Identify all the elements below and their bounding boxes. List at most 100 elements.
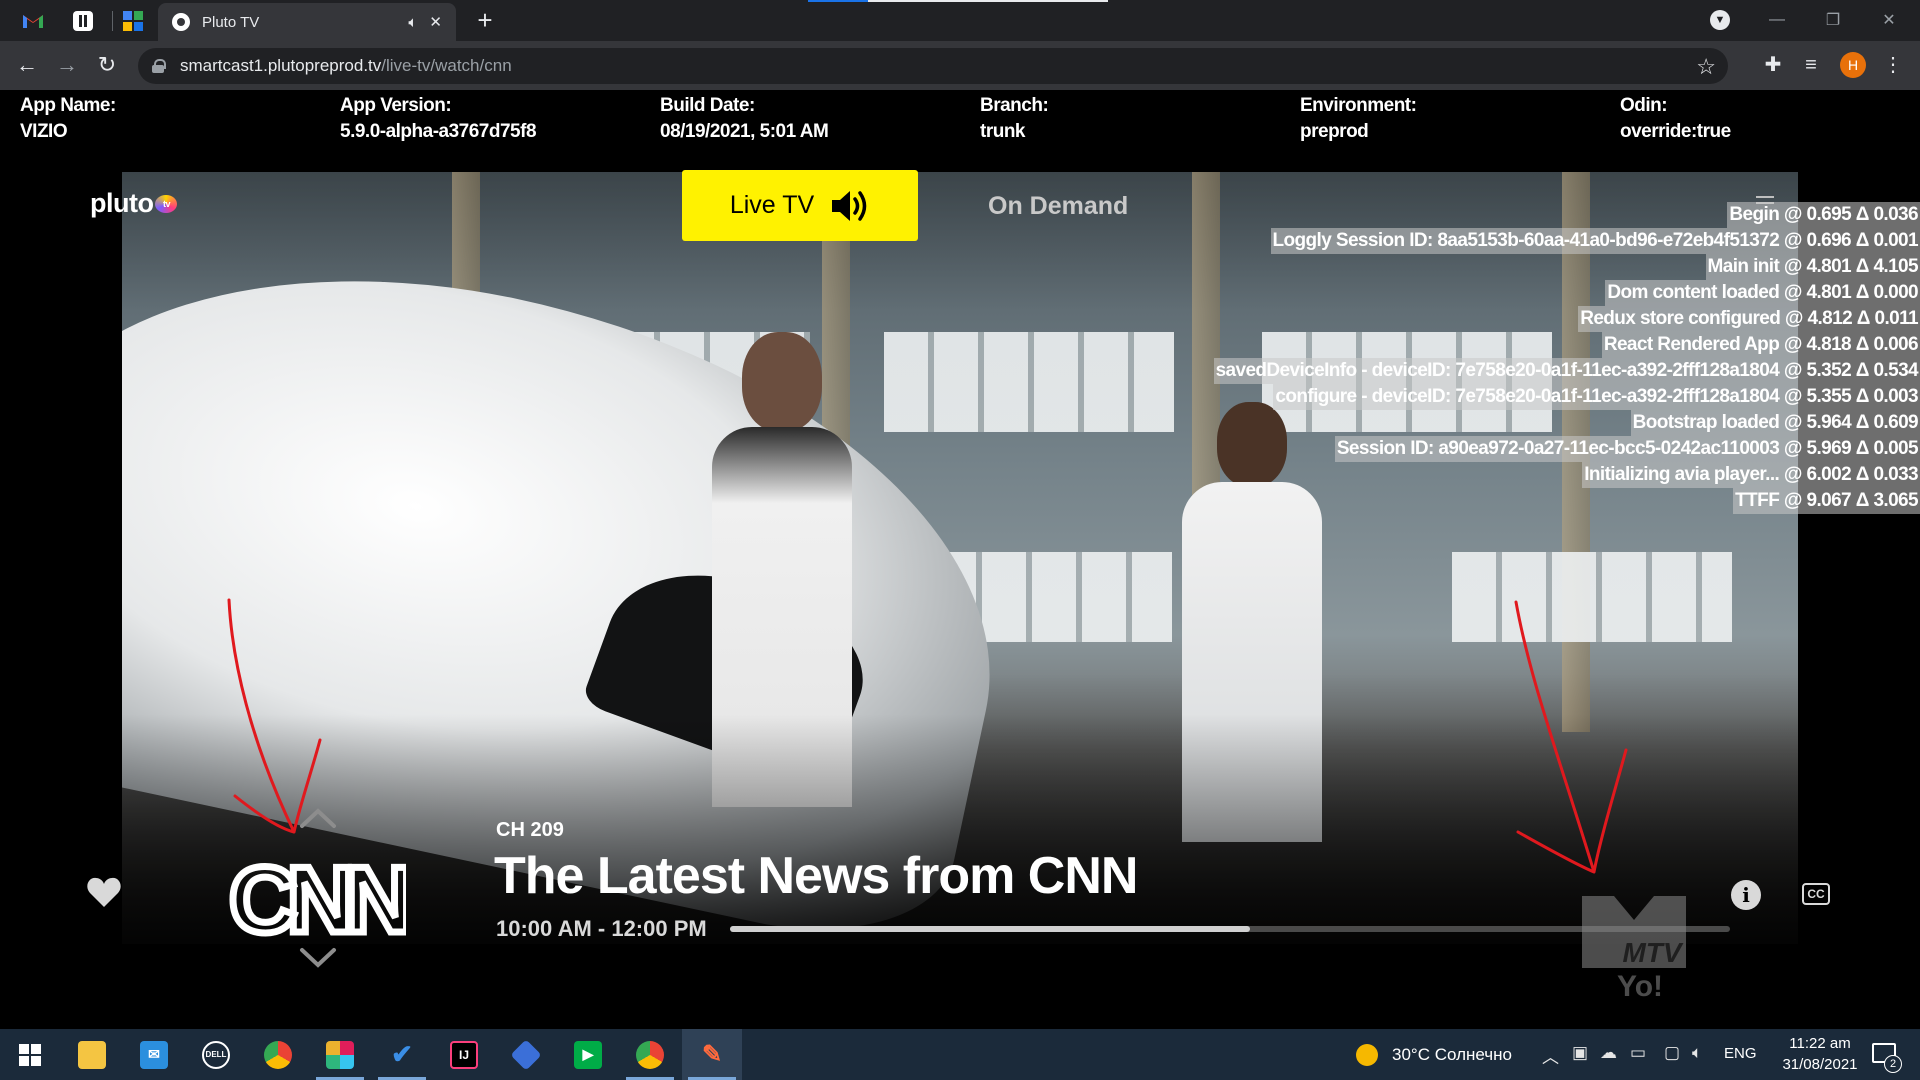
clock-time[interactable]: 11:22 am [1778, 1035, 1862, 1052]
program-title: The Latest News from CNN [494, 847, 1138, 905]
perf-log-line: Loggly Session ID: 8aa5153b-60aa-41a0-bd… [1270, 228, 1920, 254]
virtualbox-icon [510, 1038, 542, 1071]
heart-icon[interactable] [86, 876, 122, 908]
chrome-menu-icon[interactable]: ⋮ [1880, 52, 1906, 78]
debug-info-bar: App Name: VIZIO App Version: 5.9.0-alpha… [0, 90, 1920, 146]
pluto-tv-logo[interactable]: pluto tv [90, 188, 178, 219]
info-icon[interactable]: i [1731, 880, 1761, 910]
debug-environment: Environment: preprod [1300, 93, 1417, 145]
channel-down-chevron-icon[interactable] [298, 946, 338, 970]
tray-app-icon[interactable]: ▣ [1572, 1043, 1588, 1063]
cnn-logo-text: CNN [229, 852, 406, 946]
lock-icon[interactable] [152, 59, 166, 73]
taskbar-google-meet[interactable]: ▶ [558, 1029, 618, 1080]
gmail-pinned-tab[interactable] [14, 4, 52, 38]
bookmark-star-icon[interactable]: ☆ [1696, 54, 1716, 80]
tab-audio-icon[interactable]: 🔈︎ [408, 14, 417, 31]
notification-count-badge: 2 [1884, 1055, 1902, 1073]
todo-check-icon: ✔ [391, 1039, 413, 1069]
profile-avatar[interactable]: H [1840, 52, 1866, 78]
taskbar-intellij[interactable]: IJ [434, 1029, 494, 1080]
debug-label: Build Date: [660, 95, 755, 116]
close-window-button[interactable]: ✕ [1862, 0, 1916, 40]
taskbar-dell[interactable]: DELL [186, 1029, 246, 1080]
chrome-icon [264, 1040, 292, 1069]
channel-up-chevron-icon[interactable] [298, 806, 338, 830]
perf-log-line: Dom content loaded @ 4.801 Δ 0.000 [1605, 280, 1920, 306]
taskbar-paint[interactable]: ✎ [682, 1029, 742, 1080]
program-progress-fill [730, 926, 1250, 932]
perf-log-line: Bootstrap loaded @ 5.964 Δ 0.609 [1630, 410, 1920, 436]
show-hidden-icons-chevron-icon[interactable]: ︿ [1542, 1043, 1559, 1068]
on-demand-tab[interactable]: On Demand [988, 192, 1128, 221]
live-tv-tab[interactable]: Live TV [682, 170, 918, 241]
pluto-app: pluto tv Live TV On Demand Begin @ 0.695… [0, 146, 1920, 1029]
dell-icon: DELL [202, 1040, 230, 1069]
perf-log-line: Initializing avia player... @ 6.002 Δ 0.… [1582, 462, 1920, 488]
taskbar-mail[interactable]: ✉ [124, 1029, 184, 1080]
debug-app-name: App Name: VIZIO [20, 93, 116, 145]
pinned-tab-2[interactable] [64, 4, 102, 38]
media-control-icon[interactable]: ≡ [1798, 52, 1824, 78]
tab-close-icon[interactable]: ✕ [429, 13, 442, 31]
program-time: 10:00 AM - 12:00 PM [496, 916, 707, 941]
perf-log-line: Redux store configured @ 4.812 Δ 0.011 [1578, 306, 1920, 332]
debug-build-date: Build Date: 08/19/2021, 5:01 AM [660, 93, 829, 145]
closed-captions-icon[interactable]: CC [1802, 883, 1830, 905]
perf-log-line: TTFF @ 9.067 Δ 3.065 [1733, 488, 1920, 514]
gmail-icon [23, 15, 43, 28]
app-pinned-icon [73, 11, 93, 31]
meet-icon: ▶ [574, 1040, 602, 1069]
mtv-watermark-logo: MTV Yo! [1582, 896, 1686, 1002]
forward-button[interactable]: → [52, 50, 82, 80]
perf-log-line: Main init @ 4.801 Δ 4.105 [1705, 254, 1920, 280]
volume-icon[interactable]: 🔈︎ [1692, 1043, 1702, 1063]
debug-value: preprod [1300, 121, 1369, 142]
tab-search-icon[interactable]: ▼ [1710, 10, 1730, 30]
debug-value: 5.9.0-alpha-a3767d75f8 [340, 121, 537, 142]
network-icon[interactable]: ▢ [1664, 1043, 1680, 1063]
weather-sun-icon[interactable] [1356, 1044, 1378, 1066]
taskbar-chrome-profile[interactable] [620, 1029, 680, 1080]
taskbar-chrome[interactable] [248, 1029, 308, 1080]
tab-title: Pluto TV [202, 13, 260, 31]
grid-app-icon [123, 11, 143, 31]
browser-toolbar: ← → ↻ smartcast1.plutopreprod.tv/live-tv… [0, 41, 1920, 90]
debug-label: Branch: [980, 95, 1049, 116]
hangar-window [884, 332, 1174, 432]
extensions-puzzle-icon[interactable]: ✚ [1760, 52, 1786, 78]
cnn-logo[interactable]: CNN [226, 852, 406, 946]
windows-start-button[interactable] [0, 1029, 60, 1080]
back-button[interactable]: ← [12, 50, 42, 80]
url-host: smartcast1.plutopreprod.tv [180, 56, 382, 75]
taskbar-slack[interactable] [310, 1029, 370, 1080]
pluto-favicon-icon [172, 13, 190, 31]
pinned-tab-3[interactable] [114, 4, 152, 38]
new-tab-button[interactable]: + [470, 6, 500, 36]
debug-label: App Name: [20, 95, 116, 116]
taskbar-virtualbox[interactable] [496, 1029, 556, 1080]
address-bar[interactable]: smartcast1.plutopreprod.tv/live-tv/watch… [138, 48, 1728, 84]
mail-icon: ✉ [140, 1040, 168, 1069]
battery-icon[interactable]: ▭ [1630, 1043, 1646, 1063]
taskbar-file-explorer[interactable] [62, 1029, 122, 1080]
logo-badge: tv [155, 194, 178, 213]
intellij-icon: IJ [450, 1040, 478, 1069]
clock-date[interactable]: 31/08/2021 [1774, 1056, 1866, 1073]
onedrive-cloud-icon[interactable]: ☁ [1600, 1043, 1617, 1063]
language-indicator[interactable]: ENG [1724, 1045, 1757, 1062]
logo-text: pluto [90, 188, 154, 218]
tab-separator [112, 11, 113, 31]
reload-button[interactable]: ↻ [92, 50, 122, 80]
perf-log-line: Session ID: a90ea972-0a27-11ec-bcc5-0242… [1334, 436, 1920, 462]
taskbar-todo[interactable]: ✔ [372, 1029, 432, 1080]
weather-text[interactable]: 30°C Солнечно [1392, 1045, 1512, 1065]
debug-value: 08/19/2021, 5:01 AM [660, 121, 829, 142]
debug-odin: Odin: override:true [1620, 93, 1731, 145]
perf-log-line: configure - deviceID: 7e758e20-0a1f-11ec… [1273, 384, 1920, 410]
windows-taskbar: ✉ DELL ✔ IJ ▶ ✎ 30°C Солнечно ︿ ▣ ☁ ▭ ▢ … [0, 1029, 1920, 1080]
tab-pluto-tv[interactable]: Pluto TV 🔈︎ ✕ [158, 3, 456, 41]
minimize-button[interactable]: — [1750, 0, 1804, 40]
debug-label: Odin: [1620, 95, 1668, 116]
restore-button[interactable]: ❐ [1806, 0, 1860, 40]
